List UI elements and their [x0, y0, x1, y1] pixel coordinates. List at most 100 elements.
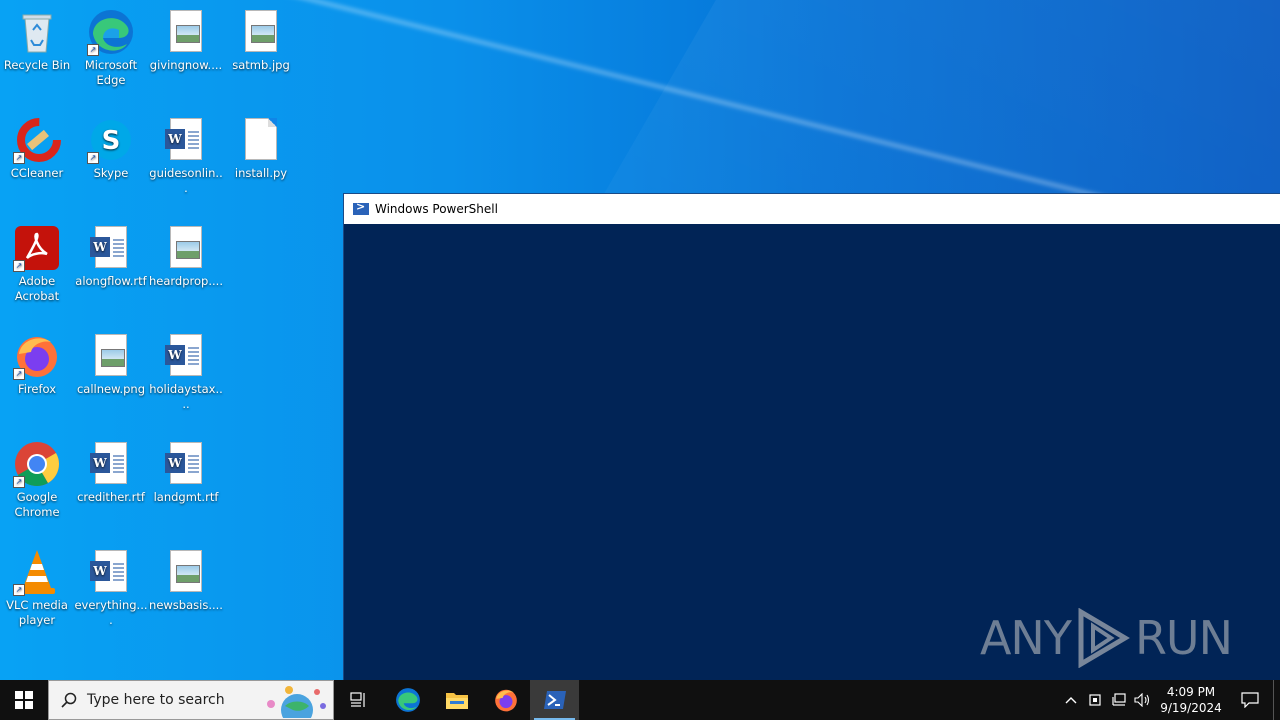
action-center-button[interactable] — [1227, 680, 1273, 720]
icon-label: alongflow.rtf — [75, 274, 147, 288]
icon-label: Recycle Bin — [3, 58, 71, 72]
edge-icon: ↗ — [87, 8, 135, 56]
show-desktop-button[interactable] — [1273, 680, 1280, 720]
word-doc-icon: W — [87, 224, 135, 272]
shortcut-arrow-icon: ↗ — [13, 260, 25, 272]
taskbar-file-explorer-button[interactable] — [432, 680, 481, 720]
show-hidden-icons-button[interactable] — [1059, 680, 1083, 720]
shortcut-arrow-icon: ↗ — [13, 584, 25, 596]
word-doc-icon: W — [162, 440, 210, 488]
windows-logo-icon — [15, 691, 33, 709]
task-view-button[interactable] — [334, 680, 383, 720]
desktop-icon-givingnow[interactable]: givingnow.... — [149, 8, 223, 73]
desktop-icon-alongflow[interactable]: W alongflow.rtf — [74, 224, 148, 289]
search-highlight-globe-icon — [267, 686, 326, 718]
clock-time: 4:09 PM — [1166, 685, 1216, 699]
icon-label: holidaystax.... — [149, 382, 223, 411]
icon-label: everything.... — [74, 598, 148, 627]
icon-label: landgmt.rtf — [153, 490, 219, 504]
task-view-icon — [349, 692, 365, 707]
icon-label: Firefox — [17, 382, 57, 396]
desktop-icon-guidesonline[interactable]: W guidesonlin... — [149, 116, 223, 196]
watermark-text-right: RUN — [1134, 611, 1233, 665]
desktop-icon-install-py[interactable]: install.py — [224, 116, 298, 181]
desktop-icon-heardprop[interactable]: heardprop.... — [149, 224, 223, 289]
desktop-icon-skype[interactable]: S ↗ Skype — [74, 116, 148, 181]
device-icon — [1089, 694, 1101, 706]
word-doc-icon: W — [87, 548, 135, 596]
desktop-icon-google-chrome[interactable]: ↗ Google Chrome — [0, 440, 74, 520]
speaker-icon — [1134, 693, 1150, 707]
word-doc-icon: W — [162, 116, 210, 164]
desktop-icon-firefox[interactable]: ↗ Firefox — [0, 332, 74, 397]
acrobat-icon: ↗ — [13, 224, 61, 272]
desktop-icon-credither[interactable]: W credither.rtf — [74, 440, 148, 505]
network-icon — [1112, 693, 1126, 706]
taskbar-firefox-button[interactable] — [481, 680, 530, 720]
desktop-icon-holidaystax[interactable]: W holidaystax.... — [149, 332, 223, 412]
taskbar: Type here to search 4:09 PM 9/19/2024 — [0, 680, 1280, 720]
shortcut-arrow-icon: ↗ — [13, 476, 25, 488]
icon-label: heardprop.... — [149, 274, 223, 288]
icon-label: CCleaner — [10, 166, 64, 180]
taskbar-edge-button[interactable] — [383, 680, 432, 720]
desktop-icon-microsoft-edge[interactable]: ↗ Microsoft Edge — [74, 8, 148, 88]
desktop-icon-callnew[interactable]: callnew.png — [74, 332, 148, 397]
shortcut-arrow-icon: ↗ — [13, 152, 25, 164]
taskbar-search[interactable]: Type here to search — [48, 680, 334, 720]
desktop-icon-newsbasis[interactable]: newsbasis.... — [149, 548, 223, 613]
search-icon — [61, 692, 77, 708]
notification-icon — [1241, 692, 1259, 708]
desktop-icon-adobe-acrobat[interactable]: ↗ Adobe Acrobat — [0, 224, 74, 304]
window-titlebar[interactable]: Windows PowerShell — [344, 194, 1280, 224]
shortcut-arrow-icon: ↗ — [87, 44, 99, 56]
desktop-icon-ccleaner[interactable]: ↗ CCleaner — [0, 116, 74, 181]
firefox-icon: ↗ — [13, 332, 61, 380]
recycle-bin-icon — [13, 8, 61, 56]
shortcut-arrow-icon: ↗ — [87, 152, 99, 164]
vlc-icon: ↗ — [13, 548, 61, 596]
skype-icon: S ↗ — [87, 116, 135, 164]
icon-label: Adobe Acrobat — [14, 274, 60, 303]
shortcut-arrow-icon: ↗ — [13, 368, 25, 380]
desktop-icon-recycle-bin[interactable]: Recycle Bin — [0, 8, 74, 73]
desktop-icon-satmb[interactable]: satmb.jpg — [224, 8, 298, 73]
icon-label: newsbasis.... — [149, 598, 223, 612]
watermark-text-left: ANY — [979, 611, 1072, 665]
search-placeholder: Type here to search — [87, 692, 225, 708]
icon-label: guidesonlin... — [149, 166, 223, 195]
desktop-icon-vlc[interactable]: ↗ VLC media player — [0, 548, 74, 628]
image-file-icon — [162, 548, 210, 596]
system-tray: 4:09 PM 9/19/2024 — [1059, 680, 1280, 720]
chevron-up-icon — [1065, 697, 1077, 704]
icon-label: credither.rtf — [77, 490, 145, 504]
desktop-icon-everything[interactable]: W everything.... — [74, 548, 148, 628]
blank-file-icon — [237, 116, 285, 164]
word-doc-icon: W — [87, 440, 135, 488]
chrome-icon: ↗ — [13, 440, 61, 488]
clock-date: 9/19/2024 — [1160, 701, 1222, 715]
ccleaner-icon: ↗ — [13, 116, 61, 164]
powershell-icon — [353, 200, 369, 215]
start-button[interactable] — [0, 680, 48, 720]
volume-button[interactable] — [1131, 680, 1155, 720]
icon-label: VLC media player — [6, 598, 68, 627]
icon-label: givingnow.... — [149, 58, 223, 72]
network-button[interactable] — [1107, 680, 1131, 720]
desktop-icon-landgmt[interactable]: W landgmt.rtf — [149, 440, 223, 505]
play-logo-icon — [1078, 608, 1130, 668]
icon-label: satmb.jpg — [232, 58, 290, 72]
tray-app-button[interactable] — [1083, 680, 1107, 720]
icon-label: callnew.png — [76, 382, 146, 396]
icon-label: Microsoft Edge — [84, 58, 138, 87]
image-file-icon — [162, 8, 210, 56]
icon-label: Google Chrome — [14, 490, 60, 519]
taskbar-clock[interactable]: 4:09 PM 9/19/2024 — [1155, 684, 1227, 716]
powershell-icon — [543, 691, 566, 709]
svg-text:S: S — [102, 126, 121, 156]
image-file-icon — [87, 332, 135, 380]
icon-label: install.py — [234, 166, 288, 180]
window-title: Windows PowerShell — [375, 202, 498, 216]
taskbar-powershell-button[interactable] — [530, 680, 579, 720]
word-doc-icon: W — [162, 332, 210, 380]
